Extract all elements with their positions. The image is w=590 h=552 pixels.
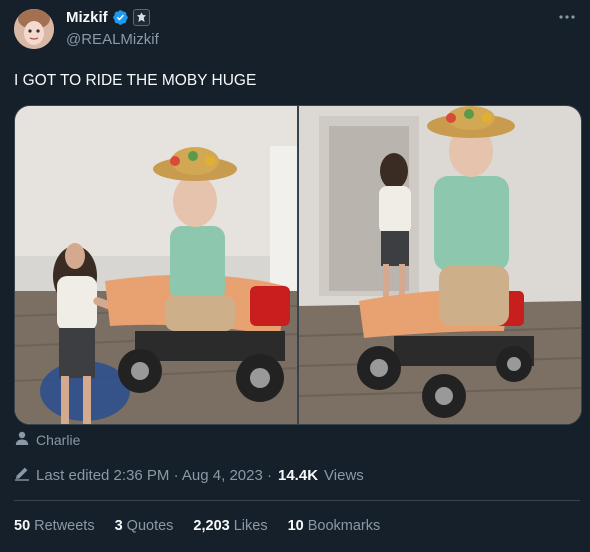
tagged-people[interactable]: Charlie [14,430,80,449]
divider [14,500,580,501]
affiliate-badge-icon[interactable] [132,9,150,26]
retweets-stat[interactable]: 50 Retweets [14,518,95,534]
likes-stat[interactable]: 2,203 Likes [193,518,267,534]
author-name-row: Mizkif [66,9,150,26]
quotes-count: 3 [114,518,123,534]
tweet-text: I GOT TO RIDE THE MOBY HUGE [14,72,257,89]
likes-label: Likes [233,518,268,534]
verified-badge-icon[interactable] [112,9,129,26]
retweets-label: Retweets [34,518,95,534]
photo-2[interactable] [299,106,581,424]
views-count: 14.4K [278,466,319,484]
bookmarks-label: Bookmarks [307,518,381,534]
person-icon [14,430,30,449]
avatar[interactable] [14,9,54,49]
quotes-stat[interactable]: 3 Quotes [115,518,174,534]
bookmarks-stat[interactable]: 10 Bookmarks [288,518,381,534]
photo-1[interactable] [15,106,297,424]
author-handle[interactable]: @REALMizkif [66,31,159,48]
bookmarks-count: 10 [287,518,304,534]
more-horizontal-icon[interactable] [558,8,576,31]
engagement-stats: 50 Retweets 3 Quotes 2,203 Likes 10 Bookmark… [14,518,380,534]
quotes-label: Quotes [126,518,174,534]
views-label: Views [324,466,364,484]
edit-info: Last edited 2:36 PM · Aug 4, 2023 · 14.4… [14,465,364,485]
edit-timestamp[interactable]: Last edited 2:36 PM · Aug 4, 2023 · [36,467,272,484]
avatar-image [14,9,54,49]
likes-count: 2,203 [193,518,230,534]
display-name[interactable]: Mizkif [66,9,108,26]
media-grid [14,105,582,425]
retweets-count: 50 [14,518,31,534]
tagged-name[interactable]: Charlie [36,432,80,448]
edit-pencil-icon[interactable] [14,465,30,485]
